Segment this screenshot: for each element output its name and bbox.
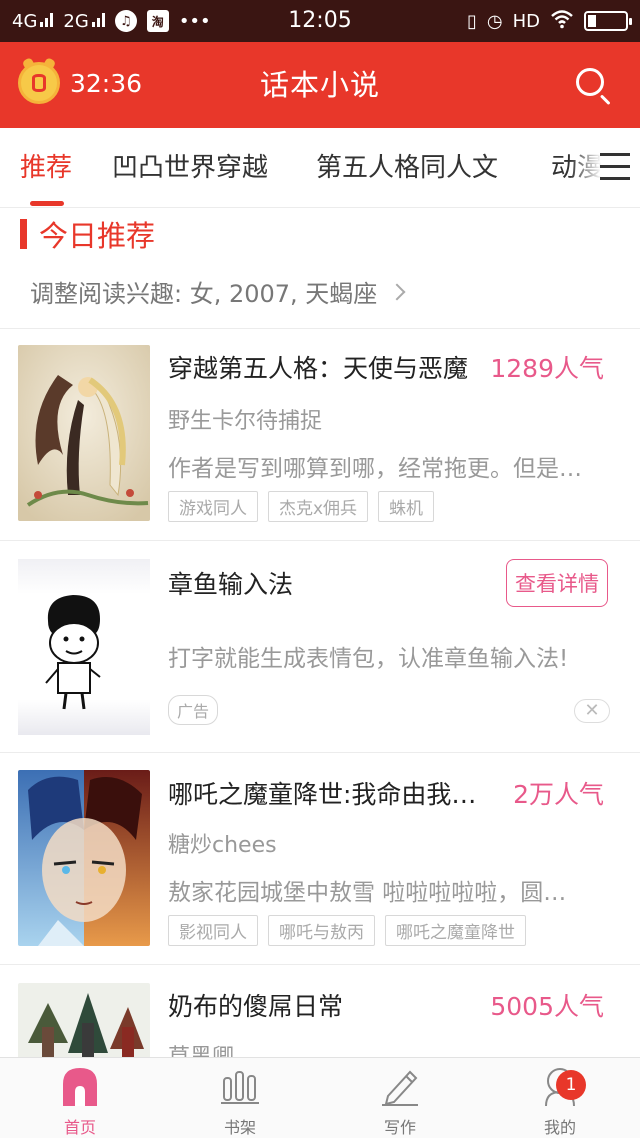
nav-profile-label: 我的 (543, 1118, 576, 1137)
nav-profile[interactable]: 1 我的 (480, 1058, 640, 1138)
book-cover (18, 770, 150, 946)
tag[interactable]: 影视同人 (168, 915, 258, 946)
vibrate-icon: ▯ (466, 10, 477, 32)
book-tags: 影视同人 哪吒与敖丙 哪吒之魔童降世 (168, 915, 526, 946)
nav-write[interactable]: 写作 (320, 1058, 480, 1138)
nav-home-label: 首页 (63, 1118, 96, 1137)
status-right: ▯ ◷ HD (466, 0, 632, 42)
ad-image (18, 559, 150, 735)
tab-identity-v[interactable]: 第五人格同人文 (316, 128, 498, 207)
pen-icon (382, 1070, 418, 1106)
tag[interactable]: 哪吒与敖丙 (268, 915, 375, 946)
hd-label: HD (512, 10, 540, 32)
book-description: 敖家花园城堡中敖雪 啦啦啦啦啦，圆… (168, 880, 567, 906)
alarm-icon: ◷ (486, 10, 503, 32)
book-popularity: 5005人气 (490, 992, 604, 1021)
ad-label: 广告 (168, 695, 219, 725)
app-header: 32:36 话本小说 (0, 42, 640, 128)
book-author: 糖炒chees (168, 833, 277, 858)
book-item[interactable]: 奶布的傻屌日常 5005人气 草黑卿 (0, 964, 640, 1057)
book-title: 奶布的傻屌日常 (168, 992, 344, 1021)
close-ad-button[interactable]: ✕ (574, 699, 610, 723)
ad-description: 打字就能生成表情包，认准章鱼输入法! (168, 646, 569, 672)
ad-item[interactable]: 章鱼输入法 查看详情 打字就能生成表情包，认准章鱼输入法! 广告 ✕ (0, 540, 640, 752)
book-cover (18, 983, 150, 1057)
menu-icon[interactable] (600, 153, 630, 181)
book-cover (18, 345, 150, 521)
tab-aotu-world[interactable]: 凹凸世界穿越 (112, 128, 268, 207)
battery-icon (584, 11, 632, 31)
nav-bookshelf[interactable]: 书架 (160, 1058, 320, 1138)
book-popularity: 1289人气 (490, 354, 604, 383)
search-icon (576, 68, 604, 96)
section-title: 今日推荐 (20, 216, 156, 253)
tag[interactable]: 蛛机 (378, 491, 435, 522)
book-author: 草黑卿 (168, 1039, 234, 1057)
bottom-navigation: 首页 书架 写作 1 我的 (0, 1057, 640, 1138)
chevron-right-icon (388, 283, 406, 300)
book-item[interactable]: 哪吒之魔童降世:我命由我… 2万人气 糖炒chees 敖家花园城堡中敖雪 啦啦啦… (0, 752, 640, 964)
nav-write-label: 写作 (383, 1118, 416, 1137)
ad-title: 章鱼输入法 (168, 570, 294, 599)
wifi-icon (550, 9, 574, 34)
category-tabs: 推荐 凹凸世界穿越 第五人格同人文 动漫 (0, 128, 640, 208)
tag[interactable]: 杰克x佣兵 (268, 491, 369, 522)
book-tags: 游戏同人 杰克x佣兵 蛛机 (168, 491, 435, 522)
tab-active-indicator (30, 201, 64, 206)
book-description: 作者是写到哪算到哪，经常拖更。但是… (168, 456, 582, 482)
view-details-button[interactable]: 查看详情 (506, 559, 608, 607)
notification-badge: 1 (556, 1070, 586, 1100)
preference-text: 调整阅读兴趣: 女, 2007, 天蝎座 (30, 280, 378, 308)
search-button[interactable] (574, 66, 614, 106)
book-title: 穿越第五人格：天使与恶魔 (168, 354, 469, 383)
book-popularity: 2万人气 (513, 780, 604, 809)
book-author: 野生卡尔待捕捉 (168, 409, 323, 434)
nav-home[interactable]: 首页 (0, 1058, 160, 1138)
tag[interactable]: 游戏同人 (168, 491, 258, 522)
nav-bookshelf-label: 书架 (223, 1118, 256, 1137)
reading-preference-link[interactable]: 调整阅读兴趣: 女, 2007, 天蝎座 (30, 274, 406, 309)
book-item[interactable]: 穿越第五人格：天使与恶魔 1289人气 野生卡尔待捕捉 作者是写到哪算到哪，经常… (0, 328, 640, 540)
tag[interactable]: 哪吒之魔童降世 (385, 915, 526, 946)
home-icon (63, 1068, 97, 1106)
book-title: 哪吒之魔童降世:我命由我… (168, 780, 477, 809)
tab-recommend[interactable]: 推荐 (20, 128, 72, 207)
section-title-text: 今日推荐 (39, 219, 156, 253)
app-title: 话本小说 (259, 68, 380, 102)
bookshelf-icon (221, 1071, 259, 1104)
status-bar: 4G 2G ♫ 淘 ••• 12:05 ▯ ◷ HD (0, 0, 640, 42)
